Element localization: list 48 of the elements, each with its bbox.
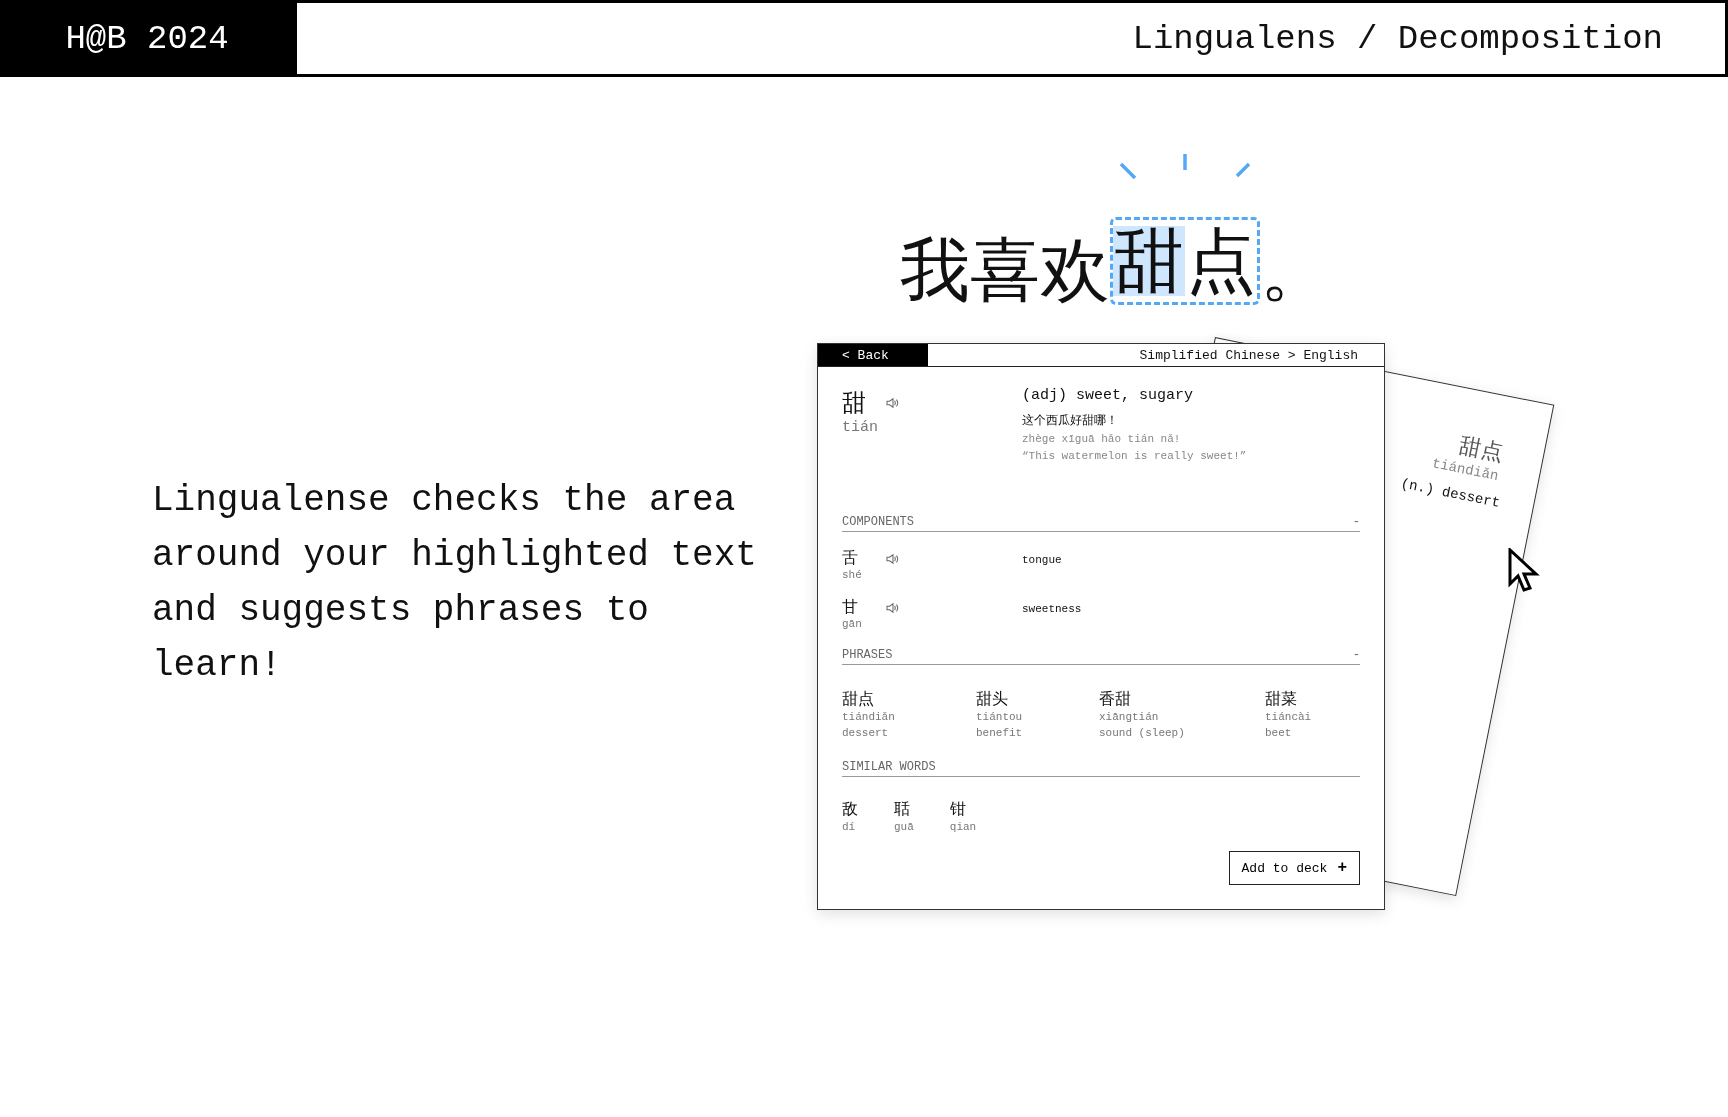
section-heading: SIMILAR WORDS [842,760,936,775]
phrase-hanzi[interactable]: 甜菜 [1265,687,1360,711]
description-text: Lingualense checks the area around your highlighted text and suggests phrases to learn! [152,479,758,688]
phrase-meaning: beet [1265,726,1293,742]
add-to-deck-button[interactable]: Add to deck + [1228,851,1360,885]
similar-hanzi[interactable]: 钳 [949,797,977,821]
word-pinyin: tián [842,419,879,436]
language-pair: Simplified Chinese > English [1138,347,1359,363]
event-badge: H@B 2024 [0,0,294,77]
word-hanzi: 甜 [842,388,866,419]
example-translation: “This watermelon is really sweet!” [1022,450,1248,462]
similar-pinyin: guā [894,820,914,836]
phrase-meaning: dessert [842,726,890,742]
similar-pinyin: dí [842,820,857,836]
section-heading: PHRASES [842,648,893,662]
component-pinyin: gān [842,618,863,630]
page-title: Lingualens / Decomposition [294,0,1728,77]
similar-hanzi[interactable]: 敌 [842,797,858,821]
similar-pinyin: qian [949,820,977,836]
component-meaning: tongue [1022,553,1063,566]
component-pinyin: shé [842,569,863,581]
similar-hanzi[interactable]: 聒 [894,797,914,821]
sentence-text: 我喜欢 [900,235,1110,305]
sentence-character[interactable]: 点 [1185,226,1257,296]
component-meaning: sweetness [1022,602,1083,615]
speaker-icon[interactable] [886,601,900,614]
phrase-pinyin: tiándiǎn [842,710,896,726]
speaker-icon[interactable] [886,397,900,409]
component-hanzi: 舌 [842,548,858,569]
sentence-character[interactable]: 甜 [1113,226,1185,296]
example-sentence: 这个西瓜好甜哪！ [1022,412,1119,429]
back-button[interactable]: < Back [818,344,928,366]
component-hanzi: 甘 [842,597,858,618]
section-heading: COMPONENTS [842,515,914,529]
phrase-pinyin: xiāngtián [1099,710,1160,726]
word-definition: (adj) sweet, sugary [1022,387,1195,404]
sentence-text: 。 [1260,235,1330,305]
phrase-pinyin: tiáncài [1265,710,1313,726]
phrase-hanzi[interactable]: 甜点 [842,687,976,711]
phrase-hanzi[interactable]: 香甜 [1099,687,1265,711]
speaker-icon[interactable] [886,552,900,565]
phrase-meaning: sound (sleep) [1099,726,1186,742]
phrase-meaning: benefit [976,726,1024,742]
collapse-toggle[interactable]: - [1352,515,1360,529]
phrase-pinyin: tiántou [976,710,1024,726]
example-pinyin: zhège xīguā hǎo tián nǎ! [1022,433,1182,445]
phrase-hanzi[interactable]: 甜头 [976,687,1099,711]
collapse-toggle[interactable]: - [1352,648,1360,662]
